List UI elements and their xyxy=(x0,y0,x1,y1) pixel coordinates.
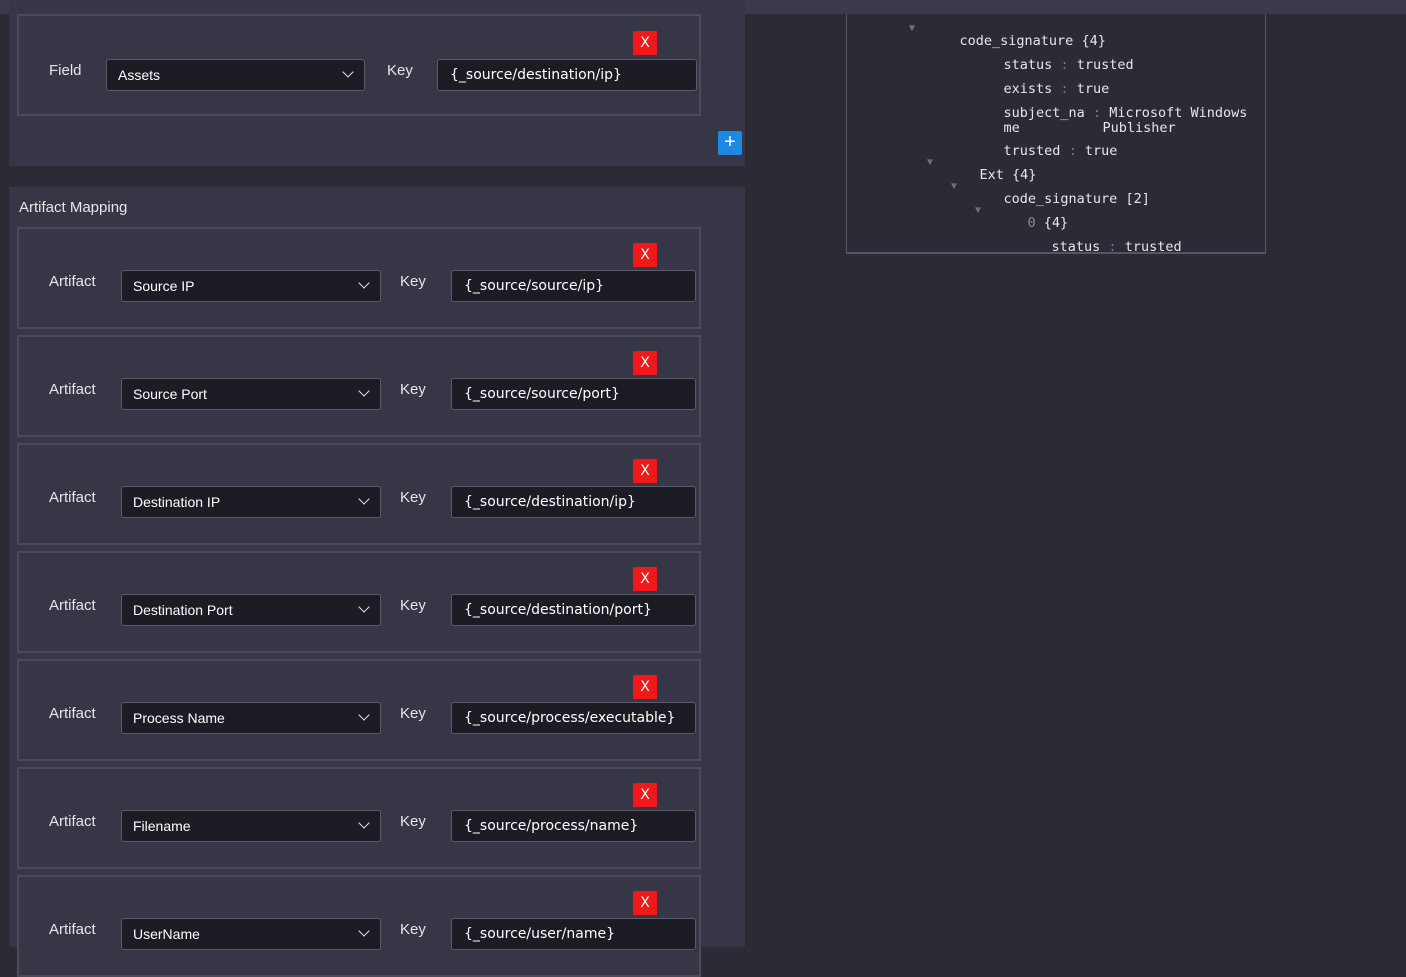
delete-button[interactable]: X xyxy=(633,31,657,55)
artifact-select-value: Source Port xyxy=(133,386,207,402)
delete-button[interactable]: X xyxy=(633,459,657,483)
field-select-value: Assets xyxy=(118,67,161,83)
artifact-select[interactable]: Destination Port xyxy=(121,594,381,626)
artifact-label: Artifact xyxy=(49,381,96,398)
artifact-mapping-row: Artifact Process Name Key {_source/process/… xyxy=(17,659,701,761)
caret-down-icon[interactable]: ▼ xyxy=(927,155,933,170)
artifact-mapping-row: Artifact Filename Key {_source/process/name… xyxy=(17,767,701,869)
key-input[interactable]: {_source/process/executable} xyxy=(451,702,696,734)
json-tree-viewer: ▼ code_signature {4} status : trusted exi… xyxy=(846,14,1266,254)
artifact-label: Artifact xyxy=(49,705,96,722)
chevron-down-icon xyxy=(358,601,370,613)
key-label: Key xyxy=(400,813,426,830)
artifact-mapping-row: Artifact Source IP Key {_source/source/ip} X xyxy=(17,227,701,329)
delete-button[interactable]: X xyxy=(633,891,657,915)
key-label: Key xyxy=(400,921,426,938)
artifact-label: Artifact xyxy=(49,597,96,614)
artifact-mapping-row: Artifact Source Port Key {_source/source/po… xyxy=(17,335,701,437)
artifact-label: Artifact xyxy=(49,921,96,938)
field-label: Field xyxy=(49,62,82,79)
artifact-select-value: Source IP xyxy=(133,278,195,294)
tree-leaf-inner-status: status : trusted xyxy=(1051,239,1182,254)
key-label: Key xyxy=(400,273,426,290)
chevron-down-icon xyxy=(358,925,370,937)
artifact-mapping-row: Artifact UserName Key {_source/user/name} X xyxy=(17,875,701,977)
delete-button[interactable]: X xyxy=(633,783,657,807)
field-mapping-row: Field Assets Key {_source/destination/ip… xyxy=(17,14,701,116)
artifact-mapping-row: Artifact Destination IP Key {_source/destin… xyxy=(17,443,701,545)
delete-button[interactable]: X xyxy=(633,351,657,375)
chevron-down-icon xyxy=(358,493,370,505)
key-input[interactable]: {_source/source/ip} xyxy=(451,270,696,302)
key-input[interactable]: {_source/destination/port} xyxy=(451,594,696,626)
artifact-select[interactable]: Process Name xyxy=(121,702,381,734)
artifact-label: Artifact xyxy=(49,813,96,830)
chevron-down-icon xyxy=(358,385,370,397)
artifact-label: Artifact xyxy=(49,489,96,506)
artifact-label: Artifact xyxy=(49,273,96,290)
artifact-select-value: Destination IP xyxy=(133,494,221,510)
artifact-select[interactable]: UserName xyxy=(121,918,381,950)
chevron-down-icon xyxy=(358,277,370,289)
key-input[interactable]: {_source/destination/ip} xyxy=(451,486,696,518)
caret-down-icon[interactable]: ▼ xyxy=(909,21,915,36)
key-input[interactable]: {_source/user/name} xyxy=(451,918,696,950)
key-label: Key xyxy=(387,62,413,79)
chevron-down-icon xyxy=(358,817,370,829)
key-input[interactable]: {_source/process/name} xyxy=(451,810,696,842)
caret-down-icon[interactable]: ▼ xyxy=(975,203,981,218)
delete-button[interactable]: X xyxy=(633,675,657,699)
artifact-select[interactable]: Source Port xyxy=(121,378,381,410)
artifact-mapping-title: Artifact Mapping xyxy=(19,199,128,216)
key-label: Key xyxy=(400,705,426,722)
key-label: Key xyxy=(400,597,426,614)
field-select[interactable]: Assets xyxy=(106,59,365,91)
chevron-down-icon xyxy=(342,66,354,78)
artifact-select[interactable]: Destination IP xyxy=(121,486,381,518)
chevron-down-icon xyxy=(358,709,370,721)
artifact-mapping-panel: Artifact Mapping Artifact Source IP Key {_s… xyxy=(9,187,745,977)
delete-button[interactable]: X xyxy=(633,567,657,591)
artifact-mapping-row: Artifact Destination Port Key {_source/dest… xyxy=(17,551,701,653)
caret-down-icon[interactable]: ▼ xyxy=(951,179,957,194)
field-mapping-panel: Field Assets Key {_source/destination/ip… xyxy=(9,0,745,166)
key-input[interactable]: {_source/destination/ip} xyxy=(437,59,697,91)
artifact-select-value: Destination Port xyxy=(133,602,233,618)
delete-button[interactable]: X xyxy=(633,243,657,267)
key-label: Key xyxy=(400,381,426,398)
artifact-select-value: Process Name xyxy=(133,710,225,726)
artifact-select-value: Filename xyxy=(133,818,191,834)
artifact-select[interactable]: Source IP xyxy=(121,270,381,302)
add-mapping-button[interactable]: + xyxy=(718,131,742,155)
key-input[interactable]: {_source/source/port} xyxy=(451,378,696,410)
key-label: Key xyxy=(400,489,426,506)
artifact-select[interactable]: Filename xyxy=(121,810,381,842)
